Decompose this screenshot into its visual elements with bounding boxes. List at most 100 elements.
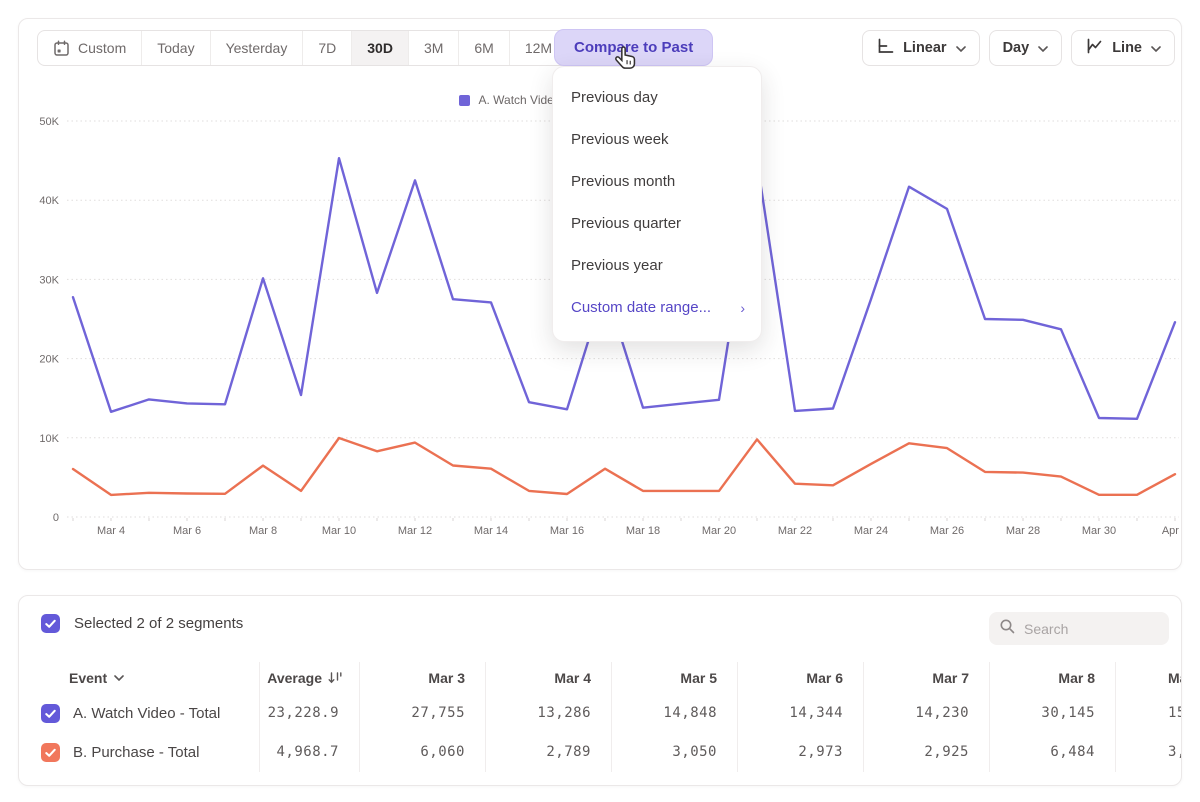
range-3m[interactable]: 3M [408,31,458,65]
range-6m[interactable]: 6M [458,31,508,65]
y-axis-label: 10K [39,433,59,445]
compare-to-past-menu: Previous dayPrevious weekPrevious monthP… [552,66,762,342]
sort-descending-icon [328,672,343,684]
x-axis-label: Mar 22 [778,525,812,537]
range-today[interactable]: Today [141,31,209,65]
date-column-header: Mar 7 [863,662,989,694]
date-column-header: Mar 8 [989,662,1115,694]
select-all-checkbox[interactable] [41,614,60,633]
chart-type-dropdown[interactable]: Line [1071,30,1175,66]
average-value: 23,228.9 [259,694,359,733]
range-yesterday[interactable]: Yesterday [210,31,303,65]
range-label: 6M [474,40,493,56]
custom-date-range-label: Custom date range... [571,287,740,329]
date-column-header: Mar 3 [359,662,485,694]
range-custom[interactable]: Custom [38,31,141,65]
date-column-header: Mar 4 [485,662,611,694]
menu-item-previous-day[interactable]: Previous day [553,77,761,119]
x-axis-label: Mar 30 [1082,525,1116,537]
search-input[interactable] [1024,621,1182,637]
date-column-header: Mar 6 [737,662,863,694]
search-icon [999,618,1016,640]
chevron-down-icon [1151,40,1161,56]
series-line-purchase[interactable] [73,438,1175,495]
cell-value: 2,973 [737,733,863,772]
segments-card: Selected 2 of 2 segments Event Average Mar… [18,595,1182,786]
menu-item-previous-week[interactable]: Previous week [553,119,761,161]
table-row-event: A. Watch Video - Total [19,694,259,733]
cell-value: 14,848 [611,694,737,733]
x-axis-label: Mar 4 [97,525,125,537]
scale-label: Linear [903,40,947,56]
cell-value: 6,060 [359,733,485,772]
chevron-down-icon [956,40,966,56]
calendar-icon [53,40,70,57]
x-axis-label: Mar 14 [474,525,508,537]
range-label: 3M [424,40,443,56]
y-axis-label: 30K [39,274,59,286]
event-header-label: Event [69,662,107,694]
cell-value: 3,050 [611,733,737,772]
segment-checkbox[interactable] [41,743,60,762]
x-axis-label: Mar 20 [702,525,736,537]
range-label: Yesterday [226,40,288,56]
segment-label: B. Purchase - Total [73,733,199,772]
y-axis-label: 40K [39,195,59,207]
range-label: 30D [367,40,393,56]
chart-controls: Linear Day Line [862,30,1175,66]
x-axis-label: Mar 16 [550,525,584,537]
interval-dropdown[interactable]: Day [989,30,1063,66]
cell-value: 3,300 [1115,733,1182,772]
date-column-header: Mar 5 [611,662,737,694]
x-axis-label: Apr 1 [1162,525,1182,537]
menu-item-previous-month[interactable]: Previous month [553,161,761,203]
cell-value: 2,789 [485,733,611,772]
search-box [989,612,1169,645]
line-chart-icon [1085,38,1103,58]
x-axis-label: Mar 18 [626,525,660,537]
cell-value: 27,755 [359,694,485,733]
segments-header: Selected 2 of 2 segments [19,596,1181,654]
range-label: 12M [525,40,552,56]
average-column-header[interactable]: Average [259,662,359,694]
date-range-picker: Custom Today Yesterday 7D 30D 3M 6M 12M [37,30,568,66]
cell-value: 13,286 [485,694,611,733]
menu-item-previous-year[interactable]: Previous year [553,245,761,287]
average-value: 4,968.7 [259,733,359,772]
chevron-down-icon [114,675,124,681]
interval-label: Day [1003,40,1030,56]
compare-to-past-button[interactable]: Compare to Past [554,29,713,66]
insights-dashboard: Custom Today Yesterday 7D 30D 3M 6M 12M Compare… [0,0,1200,802]
date-column-header: Mar 9 [1115,662,1182,694]
scale-dropdown[interactable]: Linear [862,30,980,66]
range-30d[interactable]: 30D [351,31,408,65]
menu-item-previous-quarter[interactable]: Previous quarter [553,203,761,245]
x-axis-label: Mar 6 [173,525,201,537]
range-label: Today [157,40,194,56]
cell-value: 30,145 [989,694,1115,733]
x-axis-label: Mar 10 [322,525,356,537]
y-axis-label: 0 [53,512,59,524]
segments-table: EventAverageMar 3Mar 4Mar 5Mar 6Mar 7Mar… [19,662,1182,772]
event-column-header[interactable]: Event [19,662,259,694]
cell-value: 2,925 [863,733,989,772]
selected-summary: Selected 2 of 2 segments [74,615,243,632]
cell-value: 14,230 [863,694,989,733]
segment-label: A. Watch Video - Total [73,694,220,733]
segment-checkbox[interactable] [41,704,60,723]
chevron-down-icon [1038,40,1048,56]
x-axis-label: Mar 12 [398,525,432,537]
menu-item-custom-date-range[interactable]: Custom date range...› [553,287,761,329]
average-header-label: Average [267,662,322,694]
range-label: 7D [318,40,336,56]
chart-type-label: Line [1112,40,1142,56]
table-row-event: B. Purchase - Total [19,733,259,772]
range-7d[interactable]: 7D [302,31,351,65]
cell-value: 14,344 [737,694,863,733]
y-axis-label: 50K [39,116,59,128]
chevron-right-icon: › [740,287,745,329]
cell-value: 15,400 [1115,694,1182,733]
range-label: Custom [78,40,126,56]
axis-scale-icon [876,38,894,58]
x-axis-label: Mar 28 [1006,525,1040,537]
